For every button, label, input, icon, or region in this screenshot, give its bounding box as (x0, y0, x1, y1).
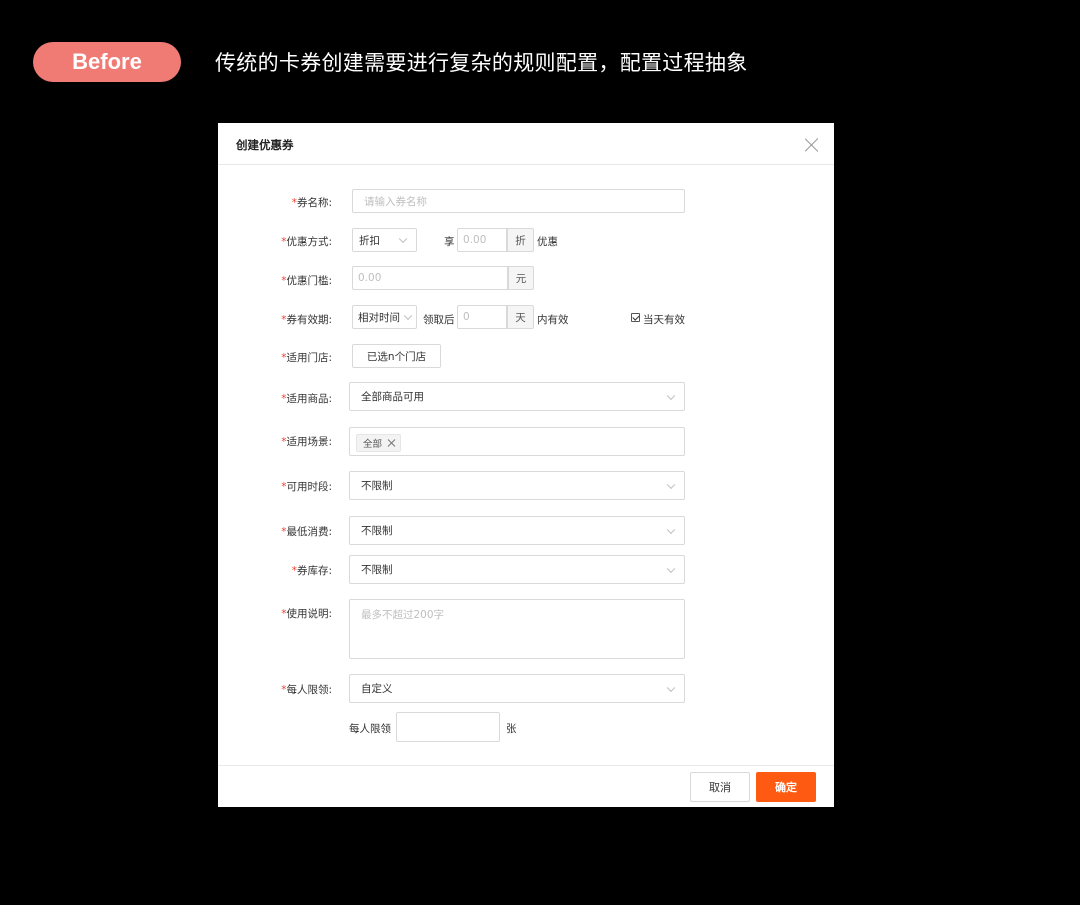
headline: 传统的卡券创建需要进行复杂的规则配置，配置过程抽象 (215, 51, 748, 75)
validity-type-select[interactable]: 相对时间 (352, 305, 417, 329)
limit-unit: 张 (506, 723, 517, 735)
limit-count-input[interactable] (396, 712, 500, 742)
validity-label: *券有效期: (281, 314, 332, 326)
name-input[interactable]: 请输入券名称 (352, 189, 685, 213)
limit-select[interactable]: 自定义 (349, 674, 685, 703)
min-spend-select[interactable]: 不限制 (349, 516, 685, 545)
chevron-down-icon (666, 683, 676, 692)
threshold-unit: 元 (508, 266, 534, 290)
chevron-down-icon (398, 234, 408, 244)
stock-label: *券库存: (291, 565, 332, 577)
scene-label: *适用场景: (281, 436, 332, 448)
limit-sub-label: 每人限领 (349, 723, 391, 735)
name-label: *券名称: (291, 197, 332, 209)
threshold-label: *优惠门槛: (281, 275, 332, 287)
validity-prefix: 领取后 (423, 314, 455, 326)
scene-multiselect[interactable]: 全部 (349, 427, 685, 456)
validity-unit: 天 (507, 305, 534, 329)
chevron-down-icon (666, 391, 676, 400)
threshold-input[interactable]: 0.00 (352, 266, 508, 290)
select-stores-button[interactable]: 已选n个门店 (352, 344, 441, 368)
discount-prefix: 享 (444, 236, 455, 248)
validity-days-input[interactable]: 0 (457, 305, 507, 329)
validity-suffix: 内有效 (537, 314, 569, 326)
goods-label: *适用商品: (281, 393, 332, 405)
scene-tag: 全部 (356, 434, 402, 452)
close-icon[interactable] (804, 137, 820, 153)
cancel-button[interactable]: 取消 (690, 772, 750, 802)
instructions-textarea[interactable]: 最多不超过200字 (349, 599, 685, 659)
chevron-down-icon (666, 525, 676, 534)
min-spend-label: *最低消费: (281, 526, 332, 538)
confirm-button[interactable]: 确定 (756, 772, 816, 802)
chevron-down-icon (666, 564, 676, 573)
instructions-label: *使用说明: (281, 608, 332, 620)
time-select[interactable]: 不限制 (349, 471, 685, 500)
tag-close-icon[interactable] (387, 439, 395, 447)
discount-suffix: 优惠 (537, 236, 558, 248)
stores-label: *适用门店: (281, 352, 332, 364)
chevron-down-icon (403, 311, 413, 321)
dialog-title: 创建优惠券 (236, 138, 294, 152)
create-coupon-dialog: 创建优惠券 *券名称: 请输入券名称 *优惠方式: 折扣 享 0.00 折 优惠… (218, 123, 834, 807)
dialog-header: 创建优惠券 (218, 123, 834, 165)
same-day-checkbox[interactable] (631, 313, 640, 322)
chevron-down-icon (666, 480, 676, 489)
stock-select[interactable]: 不限制 (349, 555, 685, 584)
time-label: *可用时段: (281, 481, 332, 493)
discount-label: *优惠方式: (281, 236, 332, 248)
before-badge: Before (33, 42, 181, 82)
discount-type-select[interactable]: 折扣 (352, 228, 417, 252)
dialog-footer: 取消 确定 (218, 765, 834, 807)
limit-label: *每人限领: (281, 684, 332, 696)
goods-select[interactable]: 全部商品可用 (349, 382, 685, 411)
discount-value-input[interactable]: 0.00 (457, 228, 507, 252)
same-day-label: 当天有效 (643, 314, 685, 326)
discount-unit: 折 (507, 228, 534, 252)
